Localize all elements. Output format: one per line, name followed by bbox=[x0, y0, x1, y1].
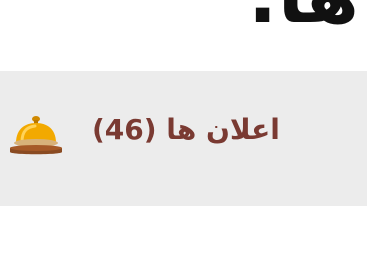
notifications-label[interactable]: اعلان ها (46) bbox=[92, 113, 280, 146]
service-bell-icon[interactable] bbox=[8, 110, 64, 158]
page: ها: اعلان ها (46) bbox=[0, 0, 367, 275]
page-heading: ها: bbox=[247, 0, 359, 34]
